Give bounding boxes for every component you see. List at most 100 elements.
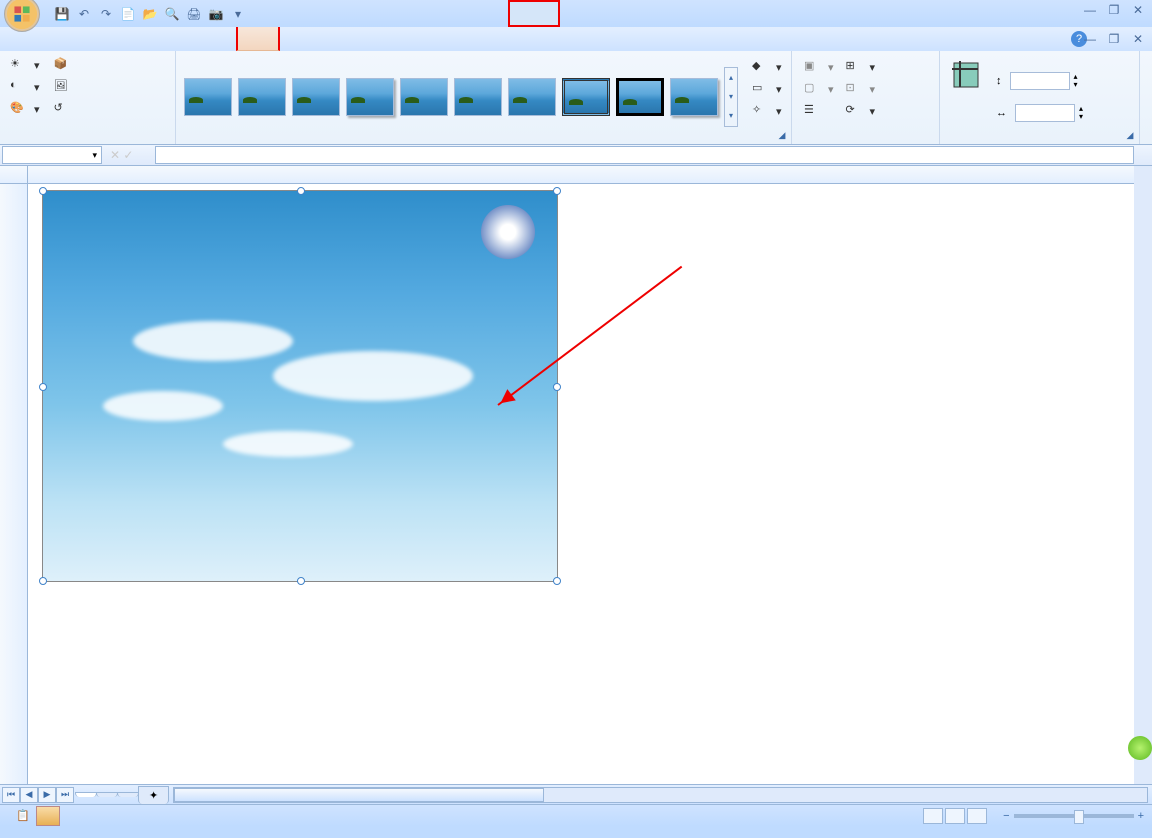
resize-handle-e[interactable]: [553, 383, 561, 391]
minimize-button[interactable]: —: [1080, 2, 1100, 18]
close-button[interactable]: ✕: [1128, 2, 1148, 18]
tab-review[interactable]: [164, 27, 188, 51]
send-back-button[interactable]: ▢ ▾: [802, 79, 836, 99]
row-headers: [0, 184, 28, 784]
group-button[interactable]: ⊡ ▾: [844, 79, 878, 99]
style-thumb-6[interactable]: [454, 78, 502, 116]
resize-handle-sw[interactable]: [39, 577, 47, 585]
vertical-scrollbar[interactable]: [1134, 166, 1152, 784]
tab-developer[interactable]: [212, 27, 236, 51]
picture-effects-button[interactable]: ✧ ▾: [750, 101, 784, 121]
qat-open-icon[interactable]: 📂: [140, 4, 160, 24]
style-thumb-4[interactable]: [346, 78, 394, 116]
formula-bar-row: ▾ ✕ ✓: [0, 145, 1152, 166]
office-button[interactable]: [4, 0, 40, 32]
style-thumb-8[interactable]: [562, 78, 610, 116]
ribbon: ☀ ▾ ◐ ▾ 🎨 ▾ 📦 🖼 ↺: [0, 51, 1152, 145]
resize-handle-w[interactable]: [39, 383, 47, 391]
qat-preview-icon[interactable]: 🔍: [162, 4, 182, 24]
sheet-next-button[interactable]: ▶: [38, 787, 56, 803]
doc-close-button[interactable]: ✕: [1128, 31, 1148, 47]
view-break-button[interactable]: [967, 808, 987, 824]
picture-border-button[interactable]: ▭ ▾: [750, 79, 784, 99]
zoom-out-button[interactable]: −: [1003, 810, 1009, 822]
tab-data[interactable]: [140, 27, 164, 51]
sheet-tab-new[interactable]: ✦: [138, 786, 169, 804]
sheet-tab-1[interactable]: [75, 792, 97, 797]
style-thumb-7[interactable]: [508, 78, 556, 116]
sheet-tabs-row: ⏮ ◀ ▶ ⏭ ✦: [0, 784, 1152, 804]
qat-more-icon[interactable]: ▾: [228, 4, 248, 24]
brightness-button[interactable]: ☀ ▾: [6, 55, 44, 75]
restore-button[interactable]: ❐: [1104, 2, 1124, 18]
width-icon: ↔: [996, 107, 1007, 119]
qat-new-icon[interactable]: 📄: [118, 4, 138, 24]
reset-picture-button[interactable]: ↺: [50, 99, 78, 119]
height-spinner[interactable]: ▴▾: [1074, 73, 1078, 89]
style-thumb-5[interactable]: [400, 78, 448, 116]
style-thumb-3[interactable]: [292, 78, 340, 116]
sheet-prev-button[interactable]: ◀: [20, 787, 38, 803]
resize-handle-ne[interactable]: [553, 187, 561, 195]
style-gallery: ▴▾▾: [182, 55, 740, 138]
horizontal-scrollbar[interactable]: [173, 787, 1148, 803]
sheet-tab-3[interactable]: [117, 792, 139, 797]
style-thumb-10[interactable]: [670, 78, 718, 116]
tab-home[interactable]: [44, 27, 68, 51]
recolor-button[interactable]: 🎨 ▾: [6, 99, 44, 119]
tab-page-layout[interactable]: [92, 27, 116, 51]
cells-area[interactable]: [28, 184, 1134, 784]
quick-access-toolbar: 💾 ↶ ↷ 📄 📂 🔍 🖨 📷 ▾: [52, 4, 248, 24]
qat-undo-icon[interactable]: ↶: [74, 4, 94, 24]
picture-shape-button[interactable]: ◆ ▾: [750, 57, 784, 77]
resize-handle-nw[interactable]: [39, 187, 47, 195]
sheet-tab-2[interactable]: [96, 792, 118, 797]
taskbar-button[interactable]: [36, 806, 60, 826]
sheet-last-button[interactable]: ⏭: [56, 787, 74, 803]
selection-pane-button[interactable]: ☰: [802, 101, 836, 121]
zoom-in-button[interactable]: +: [1138, 810, 1144, 822]
height-input[interactable]: [1010, 72, 1070, 90]
doc-minimize-button[interactable]: —: [1080, 31, 1100, 47]
contrast-button[interactable]: ◐ ▾: [6, 77, 44, 97]
bring-front-button[interactable]: ▣ ▾: [802, 57, 836, 77]
gallery-more-button[interactable]: ▴▾▾: [724, 67, 738, 127]
qat-save-icon[interactable]: 💾: [52, 4, 72, 24]
size-dialog-launcher[interactable]: ◢: [1123, 128, 1137, 142]
style-thumb-1[interactable]: [184, 78, 232, 116]
doc-restore-button[interactable]: ❐: [1104, 31, 1124, 47]
qat-print-icon[interactable]: 🖨: [184, 4, 204, 24]
window-controls: — ❐ ✕: [1080, 2, 1148, 18]
crop-button[interactable]: [946, 55, 986, 138]
width-spinner[interactable]: ▴▾: [1079, 105, 1083, 121]
tab-view[interactable]: [188, 27, 212, 51]
view-normal-button[interactable]: [923, 808, 943, 824]
name-box[interactable]: ▾: [2, 146, 102, 164]
resize-handle-s[interactable]: [297, 577, 305, 585]
style-thumb-2[interactable]: [238, 78, 286, 116]
qat-camera-icon[interactable]: 📷: [206, 4, 226, 24]
width-input[interactable]: [1015, 104, 1075, 122]
qat-redo-icon[interactable]: ↷: [96, 4, 116, 24]
column-headers: [28, 166, 1134, 184]
tab-format[interactable]: [236, 27, 280, 51]
change-picture-button[interactable]: 🖼: [50, 77, 78, 97]
context-tab-picture-tools[interactable]: [508, 0, 560, 27]
sheet-first-button[interactable]: ⏮: [2, 787, 20, 803]
resize-handle-se[interactable]: [553, 577, 561, 585]
style-thumb-9[interactable]: [616, 78, 664, 116]
formula-bar[interactable]: [155, 146, 1134, 164]
view-layout-button[interactable]: [945, 808, 965, 824]
notification-badge[interactable]: [1128, 736, 1152, 760]
ribbon-tabs: ? — ❐ ✕: [0, 27, 1152, 51]
styles-dialog-launcher[interactable]: ◢: [775, 128, 789, 142]
embedded-picture[interactable]: [42, 190, 558, 582]
resize-handle-n[interactable]: [297, 187, 305, 195]
rotate-button[interactable]: ⟳ ▾: [844, 101, 878, 121]
tab-formulas[interactable]: [116, 27, 140, 51]
align-button[interactable]: ⊞ ▾: [844, 57, 878, 77]
compress-button[interactable]: 📦: [50, 55, 78, 75]
tab-insert[interactable]: [68, 27, 92, 51]
select-all-corner[interactable]: [0, 166, 28, 184]
zoom-slider[interactable]: [1014, 814, 1134, 818]
